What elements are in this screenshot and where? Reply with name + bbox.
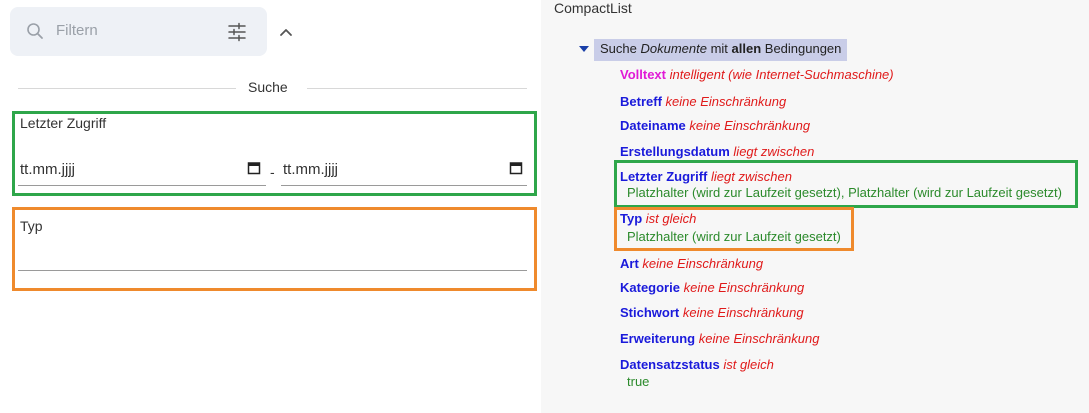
tune-icon[interactable] xyxy=(227,22,247,42)
root-object: Dokumente xyxy=(640,41,707,56)
search-form-panel: Filtern Suche Letzter Zugriff tt.mm.jjjj… xyxy=(0,0,545,413)
root-prefix: Suche xyxy=(600,41,641,56)
criterion-dateiname[interactable]: Dateiname keine Einschränkung xyxy=(620,118,810,133)
criterion-name: Volltext xyxy=(620,67,666,82)
type-label: Typ xyxy=(20,218,43,234)
criterion-condition: keine Einschränkung xyxy=(698,331,820,346)
criterion-stichwort[interactable]: Stichwort keine Einschränkung xyxy=(620,305,804,320)
section-divider-left xyxy=(18,88,236,89)
criterion-name: Stichwort xyxy=(620,305,680,320)
root-suffix: Bedingungen xyxy=(761,41,842,56)
last-access-criterion-highlight xyxy=(614,160,1078,208)
caret-down-icon[interactable] xyxy=(579,46,589,52)
calendar-icon[interactable] xyxy=(509,161,523,175)
criterion-condition: intelligent (wie Internet-Suchmaschine) xyxy=(669,67,894,82)
last-access-label: Letzter Zugriff xyxy=(20,115,107,131)
criterion-value: true xyxy=(627,374,650,389)
criterion-condition: keine Einschränkung xyxy=(642,256,764,271)
criterion-erweiterung[interactable]: Erweiterung keine Einschränkung xyxy=(620,331,819,346)
filter-placeholder: Filtern xyxy=(56,22,98,39)
date-from-underline xyxy=(18,185,266,186)
compact-list-title: CompactList xyxy=(554,0,632,16)
date-to-underline xyxy=(281,185,527,186)
criterion-betreff[interactable]: Betreff keine Einschränkung xyxy=(620,94,786,109)
criterion-name: Betreff xyxy=(620,94,662,109)
criterion-condition: keine Einschränkung xyxy=(689,118,811,133)
calendar-icon[interactable] xyxy=(247,161,261,175)
criterion-condition: keine Einschränkung xyxy=(682,305,804,320)
criterion-volltext[interactable]: Volltext intelligent (wie Internet-Suchm… xyxy=(620,67,894,82)
criterion-erstellungsdatum[interactable]: Erstellungsdatum liegt zwischen xyxy=(620,144,814,159)
criterion-name: Dateiname xyxy=(620,118,686,133)
criterion-condition: liegt zwischen xyxy=(733,144,815,159)
criterion-datensatzstatus[interactable]: Datensatzstatus ist gleich xyxy=(620,357,774,372)
section-title: Suche xyxy=(248,79,288,95)
type-highlight xyxy=(12,207,537,291)
criterion-name: Erweiterung xyxy=(620,331,696,346)
criterion-condition: ist gleich xyxy=(723,357,774,372)
type-criterion-highlight xyxy=(614,207,854,251)
criterion-kategorie[interactable]: Kategorie keine Einschränkung xyxy=(620,280,804,295)
criterion-art[interactable]: Art keine Einschränkung xyxy=(620,256,763,271)
criterion-name: Datensatzstatus xyxy=(620,357,720,372)
criterion-name: Erstellungsdatum xyxy=(620,144,730,159)
filter-input-box[interactable]: Filtern xyxy=(10,7,267,56)
search-icon xyxy=(27,23,43,39)
date-range-separator: - xyxy=(270,164,275,180)
section-divider-right xyxy=(307,88,527,89)
chevron-up-icon[interactable] xyxy=(274,20,298,44)
criterion-name: Kategorie xyxy=(620,280,680,295)
date-to-input[interactable]: tt.mm.jjjj xyxy=(283,161,338,178)
root-middle: mit xyxy=(706,41,732,56)
criterion-condition: keine Einschränkung xyxy=(683,280,805,295)
criterion-name: Art xyxy=(620,256,639,271)
type-input-underline[interactable] xyxy=(18,270,527,271)
date-from-input[interactable]: tt.mm.jjjj xyxy=(20,161,75,178)
root-quantifier: allen xyxy=(731,41,762,56)
tree-root-node[interactable]: Suche Dokumente mit allen Bedingungen xyxy=(594,39,848,61)
criterion-condition: keine Einschränkung xyxy=(665,94,787,109)
